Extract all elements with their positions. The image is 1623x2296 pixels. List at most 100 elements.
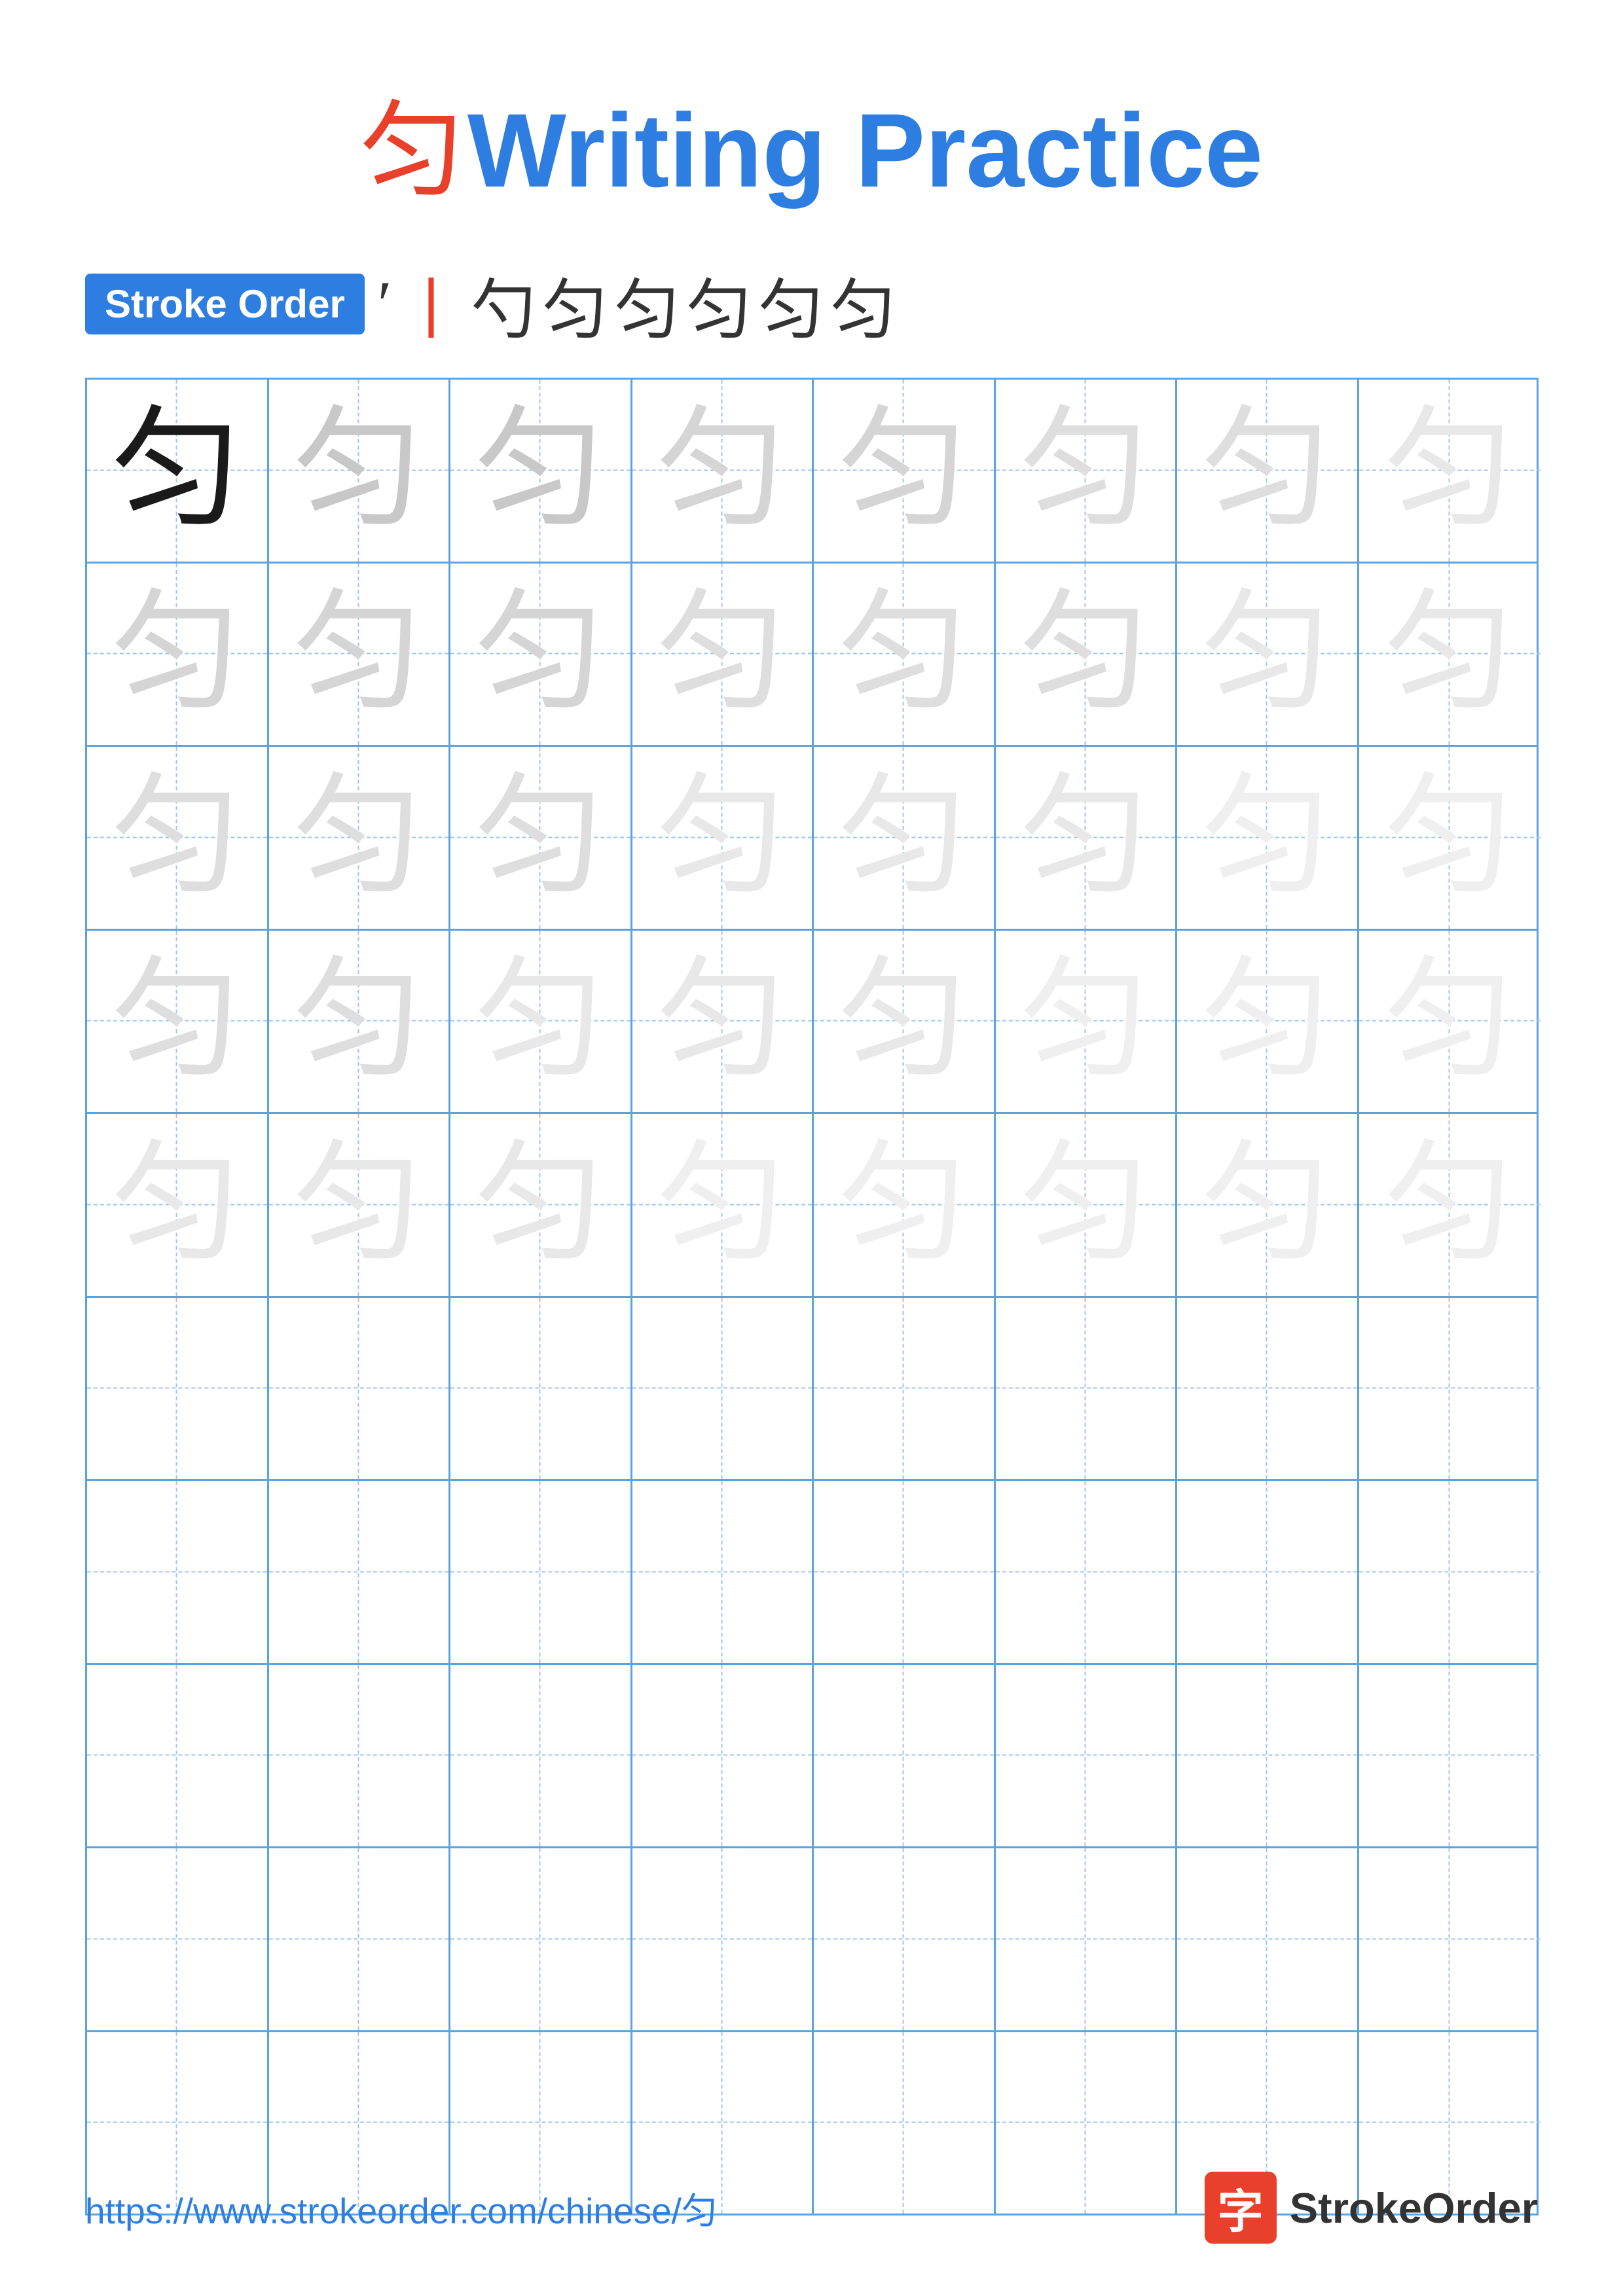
stroke-char-5: 匀 [687,257,752,351]
footer: https://www.strokeorder.com/chinese/匀 字 … [85,2172,1538,2244]
grid-cell [996,1298,1178,1480]
grid-cell: 匀 [269,747,451,929]
grid-cell: 匀 [269,931,451,1113]
grid-cell: 匀 [814,747,996,929]
grid-cell [87,1481,269,1663]
grid-cell [632,1481,814,1663]
grid-cell: 匀 [269,564,451,745]
grid-cell: 匀 [1177,747,1359,929]
stroke-apostrophe: ′ [378,266,392,342]
grid-cell [814,1848,996,2030]
grid-cell [450,1665,632,1847]
grid-cell [87,1848,269,2030]
stroke-order-badge: Stroke Order [85,274,365,334]
grid-cell [1177,1481,1359,1663]
grid-cell: 匀 [996,380,1178,562]
grid-cell: 匀 [632,931,814,1113]
grid-cell: 匀 [269,1114,451,1296]
grid-cell: 匀 [996,931,1178,1113]
grid-cell [1359,1665,1541,1847]
stroke-order-section: Stroke Order ′ 丨 勺 匀 匀 匀 匀 匀 [0,257,1623,351]
grid-cell [996,1481,1178,1663]
grid-row: 匀 匀 匀 匀 匀 匀 匀 匀 [87,1114,1537,1298]
stroke-char-1: 丨 [399,257,464,351]
grid-cell [450,1848,632,2030]
grid-cell [450,1481,632,1663]
grid-cell: 匀 [87,380,269,562]
grid-cell: 匀 [1177,564,1359,745]
grid-cell: 匀 [450,747,632,929]
grid-cell: 匀 [632,1114,814,1296]
grid-cell [814,1665,996,1847]
grid-row [87,1298,1537,1482]
grid-cell: 匀 [814,564,996,745]
footer-logo-text: StrokeOrder [1290,2183,1538,2233]
grid-cell: 匀 [996,747,1178,929]
grid-cell [632,1665,814,1847]
grid-row: 匀 匀 匀 匀 匀 匀 匀 匀 [87,747,1537,931]
grid-cell: 匀 [996,1114,1178,1296]
stroke-order-chars: ′ 丨 勺 匀 匀 匀 匀 匀 [378,257,896,351]
grid-cell [814,1481,996,1663]
grid-cell [269,1848,451,2030]
grid-cell [1177,1298,1359,1480]
grid-cell: 匀 [632,564,814,745]
grid-cell: 匀 [1359,380,1541,562]
stroke-char-2: 勺 [471,257,536,351]
grid-cell [814,1298,996,1480]
grid-cell: 匀 [996,564,1178,745]
grid-cell: 匀 [450,1114,632,1296]
grid-cell: 匀 [632,380,814,562]
grid-row: 匀 匀 匀 匀 匀 匀 匀 匀 [87,380,1537,564]
grid-row [87,1665,1537,1849]
grid-cell [87,1665,269,1847]
grid-cell: 匀 [450,931,632,1113]
grid-cell: 匀 [1359,931,1541,1113]
grid-cell: 匀 [1359,564,1541,745]
grid-cell: 匀 [814,1114,996,1296]
grid-cell: 匀 [632,747,814,929]
footer-logo: 字 StrokeOrder [1205,2172,1538,2244]
grid-cell [269,1298,451,1480]
grid-cell [1177,1665,1359,1847]
grid-cell: 匀 [87,931,269,1113]
grid-cell [87,1298,269,1480]
title-chinese-char: 匀 [360,93,465,209]
title-english-text: Writing Practice [467,92,1263,209]
footer-url[interactable]: https://www.strokeorder.com/chinese/匀 [85,2181,718,2234]
grid-cell [269,1481,451,1663]
grid-cell: 匀 [450,380,632,562]
grid-cell [1177,1848,1359,2030]
grid-cell: 匀 [87,747,269,929]
stroke-char-3: 匀 [543,257,608,351]
grid-cell: 匀 [1177,1114,1359,1296]
grid-cell: 匀 [450,564,632,745]
stroke-char-6: 匀 [759,257,824,351]
grid-cell [1359,1298,1541,1480]
grid-cell [632,1298,814,1480]
grid-cell: 匀 [814,380,996,562]
grid-cell [996,1665,1178,1847]
page-title: 匀 Writing Practice [0,0,1623,217]
grid-row: 匀 匀 匀 匀 匀 匀 匀 匀 [87,931,1537,1115]
grid-cell: 匀 [87,564,269,745]
grid-cell [996,1848,1178,2030]
grid-cell: 匀 [1359,747,1541,929]
grid-cell [450,1298,632,1480]
stroke-char-4: 匀 [615,257,680,351]
grid-cell [1359,1481,1541,1663]
grid-row [87,1848,1537,2032]
grid-row: 匀 匀 匀 匀 匀 匀 匀 匀 [87,564,1537,747]
grid-cell: 匀 [814,931,996,1113]
footer-logo-icon: 字 [1205,2172,1277,2244]
grid-cell [632,1848,814,2030]
grid-row [87,1481,1537,1665]
grid-cell [269,1665,451,1847]
grid-cell [1359,1848,1541,2030]
stroke-char-7: 匀 [831,257,896,351]
grid-cell: 匀 [1177,380,1359,562]
grid-cell: 匀 [1177,931,1359,1113]
grid-cell: 匀 [87,1114,269,1296]
grid-cell: 匀 [269,380,451,562]
grid-cell: 匀 [1359,1114,1541,1296]
